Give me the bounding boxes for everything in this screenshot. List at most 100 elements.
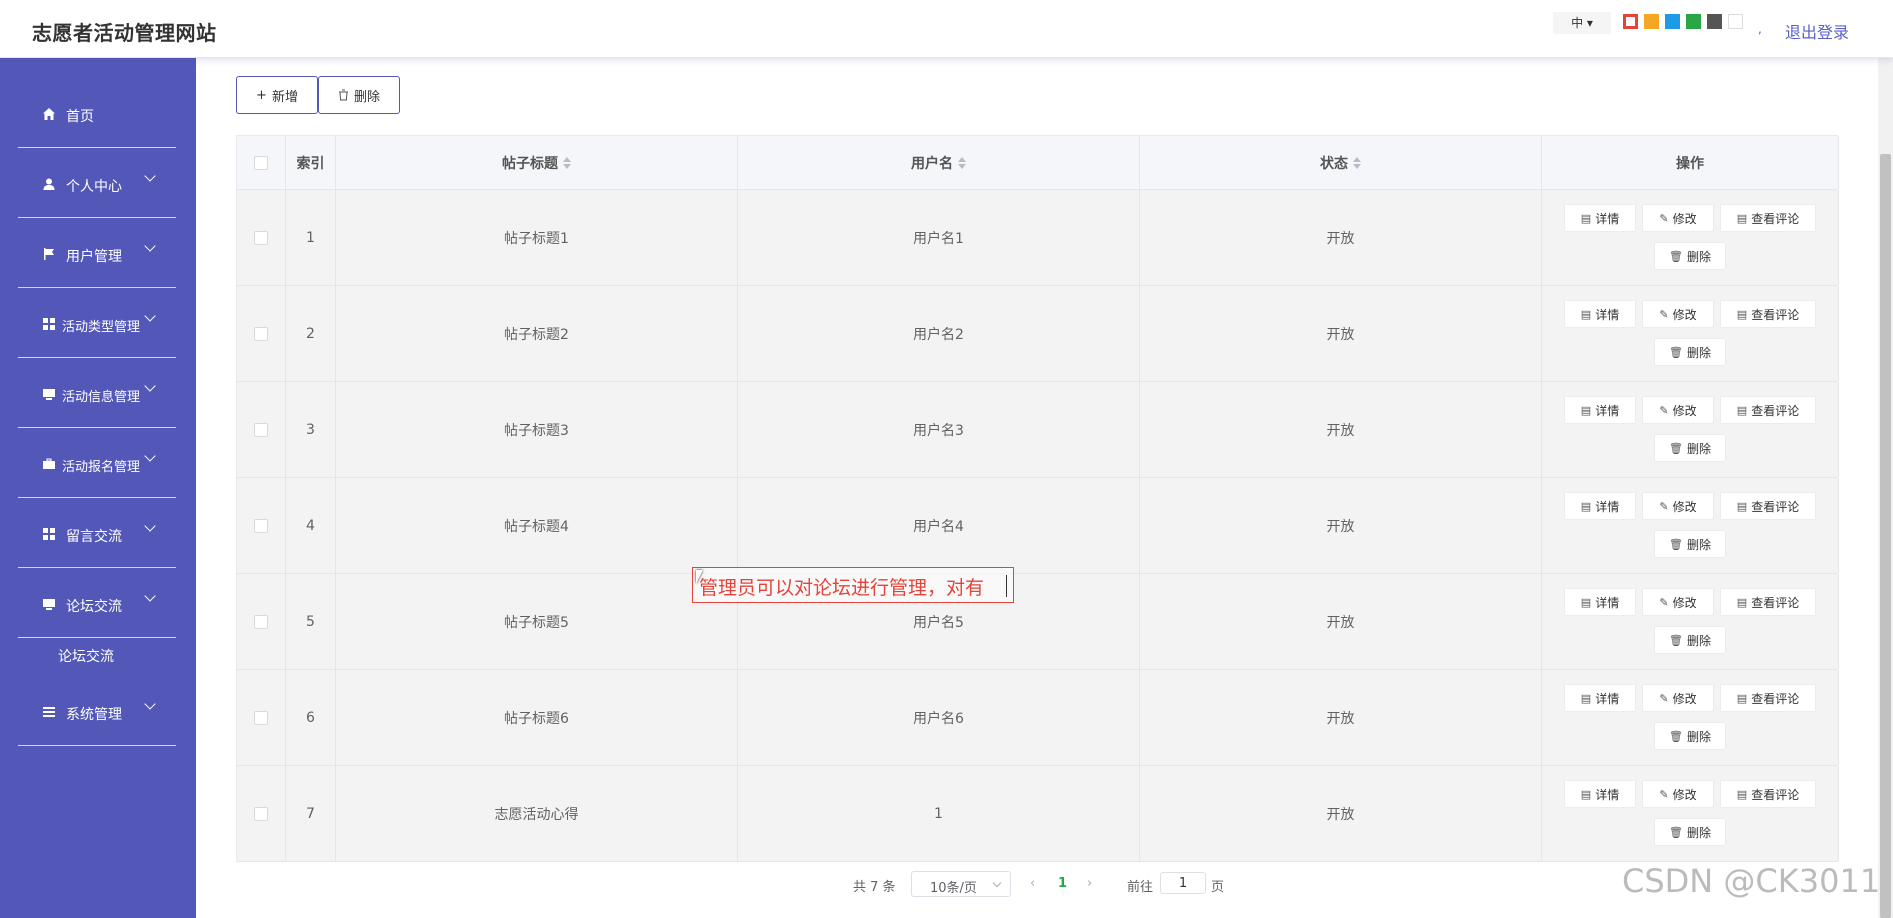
theme-swatch-red[interactable] bbox=[1623, 14, 1638, 29]
view-comments-button[interactable]: ▤ 查看评论 bbox=[1720, 588, 1816, 616]
prev-page-icon[interactable]: ‹ bbox=[1030, 876, 1035, 891]
theme-swatches bbox=[1623, 14, 1743, 29]
document-icon: ▤ bbox=[1580, 307, 1592, 321]
next-page-icon[interactable]: › bbox=[1087, 876, 1092, 891]
logout-link[interactable]: 退出登录 bbox=[1785, 19, 1849, 43]
select-all-checkbox[interactable] bbox=[254, 155, 268, 170]
edit-button[interactable]: ✎ 修改 bbox=[1642, 684, 1714, 712]
cell-status: 开放 bbox=[1140, 190, 1542, 285]
view-comments-button[interactable]: ▤ 查看评论 bbox=[1720, 204, 1816, 232]
sidebar-item-home[interactable]: 首页 bbox=[18, 78, 176, 148]
row-checkbox[interactable] bbox=[254, 614, 268, 629]
theme-swatch-blue[interactable] bbox=[1665, 14, 1680, 29]
view-comments-button[interactable]: ▤ 查看评论 bbox=[1720, 684, 1816, 712]
delete-button-label: 删除 bbox=[353, 89, 380, 105]
theme-swatch-green[interactable] bbox=[1686, 14, 1701, 29]
theme-swatch-gray[interactable] bbox=[1707, 14, 1722, 29]
row-select-cell bbox=[237, 478, 286, 573]
sidebar-item-label: 活动类型管理 bbox=[62, 320, 141, 335]
chevron-down-icon bbox=[144, 590, 156, 602]
edit-icon: ✎ bbox=[1659, 403, 1669, 417]
document-icon: ▤ bbox=[1580, 595, 1592, 609]
page-number-current[interactable]: 1 bbox=[1058, 876, 1067, 891]
view-comments-label: 查看评论 bbox=[1751, 307, 1800, 322]
theme-swatch-orange[interactable] bbox=[1644, 14, 1659, 29]
column-status[interactable]: 状态 bbox=[1140, 136, 1542, 189]
edit-button[interactable]: ✎ 修改 bbox=[1642, 780, 1714, 808]
view-comments-button[interactable]: ▤ 查看评论 bbox=[1720, 780, 1816, 808]
sidebar-item-users[interactable]: 用户管理 bbox=[18, 218, 176, 288]
detail-button[interactable]: ▤ 详情 bbox=[1564, 396, 1636, 424]
cell-actions: ▤ 详情 ✎ 修改 ▤ 查看评论 🗑 删除 bbox=[1542, 670, 1839, 765]
document-icon: ▤ bbox=[1736, 403, 1748, 417]
row-delete-button[interactable]: 🗑 删除 bbox=[1654, 530, 1726, 558]
site-title: 志愿者活动管理网站 bbox=[32, 21, 217, 45]
cell-index: 2 bbox=[286, 286, 336, 381]
sidebar-item-activity-info[interactable]: 活动信息管理 bbox=[18, 358, 176, 428]
sort-icon[interactable] bbox=[958, 156, 966, 169]
detail-label: 详情 bbox=[1595, 595, 1620, 610]
sort-icon[interactable] bbox=[563, 156, 571, 169]
row-checkbox[interactable] bbox=[254, 230, 268, 245]
row-checkbox[interactable] bbox=[254, 422, 268, 437]
view-comments-button[interactable]: ▤ 查看评论 bbox=[1720, 492, 1816, 520]
sidebar-item-activity-types[interactable]: 活动类型管理 bbox=[18, 288, 176, 358]
detail-button[interactable]: ▤ 详情 bbox=[1564, 780, 1636, 808]
row-delete-button[interactable]: 🗑 删除 bbox=[1654, 626, 1726, 654]
add-button[interactable]: + 新增 bbox=[236, 76, 318, 114]
view-comments-button[interactable]: ▤ 查看评论 bbox=[1720, 396, 1816, 424]
table-row: 4 帖子标题4 用户名4 开放 ▤ 详情 ✎ 修改 ▤ 查看评论 🗑 删除 bbox=[237, 478, 1839, 574]
row-checkbox[interactable] bbox=[254, 518, 268, 533]
sidebar-item-profile[interactable]: 个人中心 bbox=[18, 148, 176, 218]
row-delete-button[interactable]: 🗑 删除 bbox=[1654, 818, 1726, 846]
sidebar-item-label: 留言交流 bbox=[66, 529, 122, 545]
sidebar-item-forum[interactable]: 论坛交流 bbox=[18, 568, 176, 638]
cell-user: 用户名4 bbox=[738, 478, 1140, 573]
language-select[interactable]: 中 ▾ bbox=[1553, 12, 1611, 34]
scrollbar-thumb[interactable] bbox=[1880, 154, 1891, 918]
page-size-select[interactable]: 10条/页 bbox=[911, 871, 1011, 897]
edit-button[interactable]: ✎ 修改 bbox=[1642, 204, 1714, 232]
theme-swatch-white[interactable] bbox=[1728, 14, 1743, 29]
edit-button[interactable]: ✎ 修改 bbox=[1642, 492, 1714, 520]
sidebar-item-system[interactable]: 系统管理 bbox=[18, 676, 176, 746]
detail-button[interactable]: ▤ 详情 bbox=[1564, 588, 1636, 616]
trash-icon: 🗑 bbox=[1669, 729, 1683, 743]
edit-button[interactable]: ✎ 修改 bbox=[1642, 588, 1714, 616]
detail-button[interactable]: ▤ 详情 bbox=[1564, 492, 1636, 520]
annotation-textbox[interactable]: 管理员可以对论坛进行管理，对有 bbox=[692, 567, 1014, 603]
detail-button[interactable]: ▤ 详情 bbox=[1564, 300, 1636, 328]
detail-button[interactable]: ▤ 详情 bbox=[1564, 684, 1636, 712]
column-title[interactable]: 帖子标题 bbox=[336, 136, 738, 189]
cell-index: 6 bbox=[286, 670, 336, 765]
sort-icon[interactable] bbox=[1353, 156, 1361, 169]
edit-button[interactable]: ✎ 修改 bbox=[1642, 300, 1714, 328]
sidebar-item-messages[interactable]: 留言交流 bbox=[18, 498, 176, 568]
sidebar-subitem-forum[interactable]: 论坛交流 bbox=[58, 646, 114, 666]
edit-icon: ✎ bbox=[1659, 211, 1669, 225]
row-checkbox[interactable] bbox=[254, 326, 268, 341]
row-delete-button[interactable]: 🗑 删除 bbox=[1654, 722, 1726, 750]
goto-page-input[interactable]: 1 bbox=[1160, 872, 1206, 894]
edit-button[interactable]: ✎ 修改 bbox=[1642, 396, 1714, 424]
cell-status: 开放 bbox=[1140, 382, 1542, 477]
scrollbar[interactable] bbox=[1878, 58, 1893, 918]
row-delete-button[interactable]: 🗑 删除 bbox=[1654, 242, 1726, 270]
table-row: 2 帖子标题2 用户名2 开放 ▤ 详情 ✎ 修改 ▤ 查看评论 🗑 删除 bbox=[237, 286, 1839, 382]
watermark: CSDN @CK3011 bbox=[1622, 862, 1881, 900]
row-delete-button[interactable]: 🗑 删除 bbox=[1654, 338, 1726, 366]
row-delete-label: 删除 bbox=[1686, 825, 1711, 840]
view-comments-button[interactable]: ▤ 查看评论 bbox=[1720, 300, 1816, 328]
edit-icon: ✎ bbox=[1659, 595, 1669, 609]
row-checkbox[interactable] bbox=[254, 710, 268, 725]
trash-icon: 🗑 bbox=[1669, 249, 1683, 263]
sidebar-item-activity-signup[interactable]: 活动报名管理 bbox=[18, 428, 176, 498]
trash-icon: 🗑 bbox=[1669, 633, 1683, 647]
detail-button[interactable]: ▤ 详情 bbox=[1564, 204, 1636, 232]
row-delete-button[interactable]: 🗑 删除 bbox=[1654, 434, 1726, 462]
delete-button[interactable]: 删除 bbox=[318, 76, 400, 114]
column-user[interactable]: 用户名 bbox=[738, 136, 1140, 189]
row-checkbox[interactable] bbox=[254, 806, 268, 821]
document-icon: ▤ bbox=[1580, 403, 1592, 417]
cell-user: 用户名3 bbox=[738, 382, 1140, 477]
